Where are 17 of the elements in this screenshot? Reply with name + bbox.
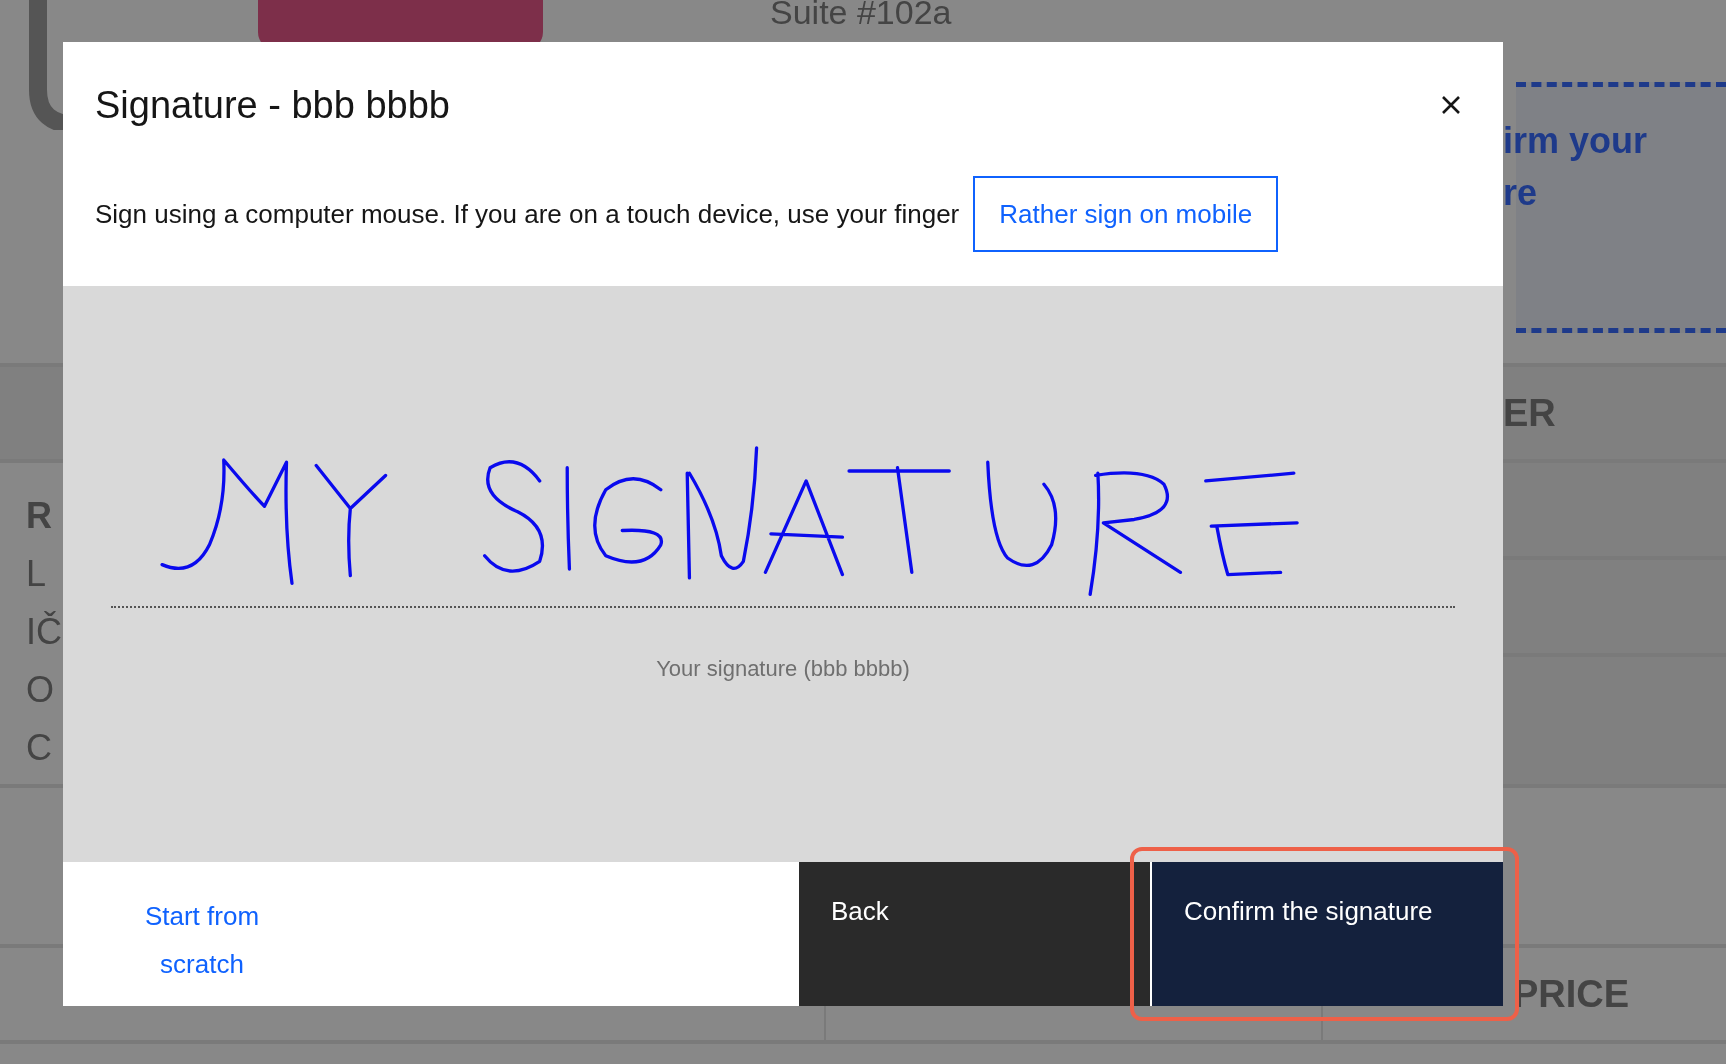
dialog-title: Signature - bbb bbbb <box>95 82 450 128</box>
address-text: Suite #102a <box>769 0 953 26</box>
party-detail: L <box>26 552 48 596</box>
instruction-text: Sign using a computer mouse. If you are on a touch device, use your finger <box>95 197 960 231</box>
sign-on-mobile-button[interactable]: Rather sign on mobile <box>973 176 1279 252</box>
party-detail: C <box>26 726 53 770</box>
party-detail: R <box>26 494 53 538</box>
notice-text: irm your <box>1503 119 1649 163</box>
party-detail: IČ <box>26 610 63 654</box>
notice-text: re <box>1503 171 1539 215</box>
back-button[interactable]: Back <box>799 862 1150 1006</box>
signature-caption: Your signature (bbb bbbb) <box>656 655 910 683</box>
party-detail: O <box>26 668 55 712</box>
column-header: ER <box>1503 390 1556 436</box>
confirm-signature-button[interactable]: Confirm the signature <box>1150 862 1503 1006</box>
start-from-scratch-link[interactable]: Start from scratch <box>127 892 277 988</box>
signature-pad[interactable]: Your signature (bbb bbbb) <box>63 286 1503 862</box>
